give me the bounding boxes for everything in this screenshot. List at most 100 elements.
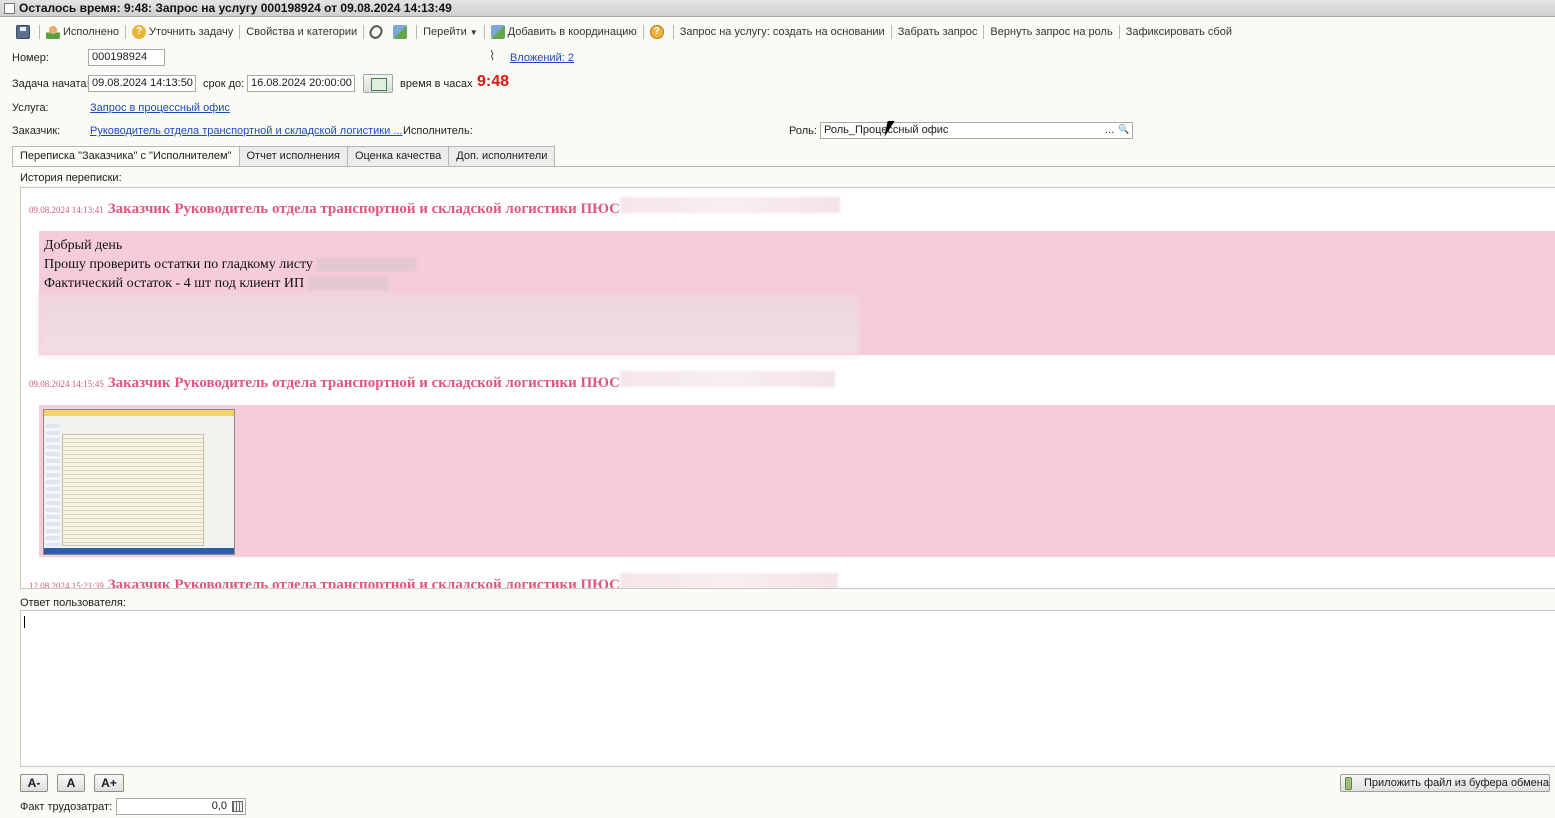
message-text: Добрый день Прошу проверить остатки по г… xyxy=(39,231,1555,293)
fix-failure-button[interactable]: Зафиксировать сбой xyxy=(1122,22,1236,42)
toolbar-separator xyxy=(363,25,365,39)
search-icon[interactable]: 🔍 xyxy=(1118,124,1129,136)
return-to-role-button[interactable]: Вернуть запрос на роль xyxy=(986,22,1116,42)
calculator-icon[interactable] xyxy=(232,801,243,812)
history-label: История переписки: xyxy=(20,172,122,184)
toolbar-separator xyxy=(239,25,241,39)
paperclip-icon: ⌇ xyxy=(489,48,496,63)
message-header: 12.08.2024 15:21:39 Заказчик Руководител… xyxy=(29,573,838,589)
toolbar-separator xyxy=(416,25,418,39)
font-decrease-button[interactable]: A- xyxy=(20,774,48,792)
tab-divider xyxy=(12,166,1555,167)
people-icon xyxy=(490,25,505,39)
redacted-text xyxy=(619,197,840,213)
due-label: срок до: xyxy=(203,78,245,90)
create-based-button[interactable]: Запрос на услугу: создать на основании xyxy=(676,22,889,42)
toolbar-separator xyxy=(890,25,892,39)
toolbar-separator xyxy=(672,25,674,39)
started-label: Задача начата: xyxy=(12,78,90,90)
take-request-button[interactable]: Забрать запрос xyxy=(894,22,982,42)
number-field[interactable]: 000198924 xyxy=(88,49,165,66)
hours-label: время в часах xyxy=(400,78,473,90)
message-date: 09.08.2024 14:15:45 xyxy=(29,379,104,389)
message-header: 09.08.2024 14:13:41 Заказчик Руководител… xyxy=(29,197,840,218)
calendar-button[interactable] xyxy=(363,74,393,93)
tab-correspondence[interactable]: Переписка "Заказчика" с "Исполнителем" xyxy=(12,146,240,167)
toolbar-separator xyxy=(983,25,985,39)
executor-label: Исполнитель: xyxy=(403,125,473,137)
due-field[interactable]: 16.08.2024 20:00:00 xyxy=(247,75,355,92)
font-increase-button[interactable]: A+ xyxy=(94,774,124,792)
thumbnail-sheet xyxy=(62,434,204,546)
toolbar-separator xyxy=(642,25,644,39)
attach-button[interactable] xyxy=(366,22,389,42)
role-buttons: ... 🔍 xyxy=(1105,124,1129,136)
attached-screenshot[interactable] xyxy=(43,409,235,555)
thumbnail-titlebar xyxy=(44,410,234,416)
save-icon xyxy=(16,25,30,39)
customer-label: Заказчик: xyxy=(12,125,61,137)
attachments-link[interactable]: Вложений: 2 xyxy=(510,52,574,64)
tab-bar: Переписка "Заказчика" с "Исполнителем" О… xyxy=(12,146,556,167)
font-normal-button[interactable]: A xyxy=(57,774,85,792)
role-field[interactable]: Роль_Процессный офис xyxy=(820,122,1133,139)
started-field[interactable]: 09.08.2024 14:13:50 xyxy=(88,75,196,92)
save-button[interactable] xyxy=(12,22,37,42)
effort-field[interactable]: 0,0 xyxy=(116,798,246,815)
toolbar-separator xyxy=(1118,25,1120,39)
tab-quality-rating[interactable]: Оценка качества xyxy=(346,146,450,166)
tab-execution-report[interactable]: Отчет исполнения xyxy=(238,146,348,166)
message-author: Заказчик Руководитель отдела транспортно… xyxy=(107,375,620,391)
chevron-down-icon: ▼ xyxy=(469,27,478,37)
help-button[interactable]: ? xyxy=(646,22,671,42)
role-select-button[interactable]: ... xyxy=(1105,124,1114,136)
reply-textarea[interactable] xyxy=(20,610,1555,767)
person-check-icon xyxy=(46,25,60,39)
service-link[interactable]: Запрос в процессный офис xyxy=(90,102,230,114)
redacted-text xyxy=(619,371,835,387)
question-icon: ? xyxy=(132,25,147,39)
help-icon: ? xyxy=(649,25,664,39)
paperclip-icon xyxy=(367,22,386,42)
message-author: Заказчик Руководитель отдела транспортно… xyxy=(107,201,620,217)
tab-additional-executors[interactable]: Доп. исполнители xyxy=(448,146,556,166)
thumbnail-sidebar xyxy=(46,424,60,546)
redacted-text xyxy=(619,573,838,588)
goto-menu[interactable]: Перейти ▼ xyxy=(419,22,482,42)
clarify-button[interactable]: ? Уточнить задачу xyxy=(128,22,237,42)
correspondence-history[interactable]: 09.08.2024 14:13:41 Заказчик Руководител… xyxy=(20,187,1555,589)
toolbar-separator xyxy=(125,25,127,39)
role-label: Роль: xyxy=(789,125,817,137)
clipboard-icon xyxy=(1345,776,1352,790)
structure-icon xyxy=(393,25,408,39)
message-date: 12.08.2024 15:21:39 xyxy=(29,581,104,589)
redacted-block xyxy=(39,293,859,355)
effort-label: Факт трудозатрат: xyxy=(20,801,113,813)
toolbar-separator xyxy=(483,25,485,39)
redacted-text xyxy=(307,277,388,291)
window-icon xyxy=(4,2,15,14)
message-line: Фактический остаток - 4 шт под клиент ИП xyxy=(44,274,1555,293)
message-date: 09.08.2024 14:13:41 xyxy=(29,205,104,215)
attach-clipboard-button[interactable]: Приложить файл из буфера обмена xyxy=(1340,774,1550,792)
window-title: Осталось время: 9:48: Запрос на услугу 0… xyxy=(19,1,452,15)
properties-button[interactable]: Свойства и категории xyxy=(242,22,361,42)
window-titlebar: Осталось время: 9:48: Запрос на услугу 0… xyxy=(0,0,1555,17)
thumbnail-taskbar xyxy=(44,548,234,554)
time-left: 9:48 xyxy=(477,73,510,90)
customer-link[interactable]: Руководитель отдела транспортной и склад… xyxy=(90,125,403,137)
effort-value: 0,0 xyxy=(211,800,227,812)
toolbar-separator xyxy=(39,25,40,39)
reply-label: Ответ пользователя: xyxy=(20,597,126,609)
message-line: Прошу проверить остатки по гладкому лист… xyxy=(44,255,1555,274)
add-coordination-button[interactable]: Добавить в координацию xyxy=(487,22,641,42)
structure-button[interactable] xyxy=(389,22,414,42)
message-header: 09.08.2024 14:15:45 Заказчик Руководител… xyxy=(29,371,835,392)
message-body xyxy=(39,405,1555,557)
redacted-text xyxy=(316,258,417,272)
message-body: Добрый день Прошу проверить остатки по г… xyxy=(39,231,1555,355)
text-caret xyxy=(24,616,25,628)
message-author: Заказчик Руководитель отдела транспортно… xyxy=(107,577,620,589)
done-button[interactable]: Исполнено xyxy=(42,22,123,42)
toolbar: Исполнено ? Уточнить задачу Свойства и ка… xyxy=(0,20,1555,44)
